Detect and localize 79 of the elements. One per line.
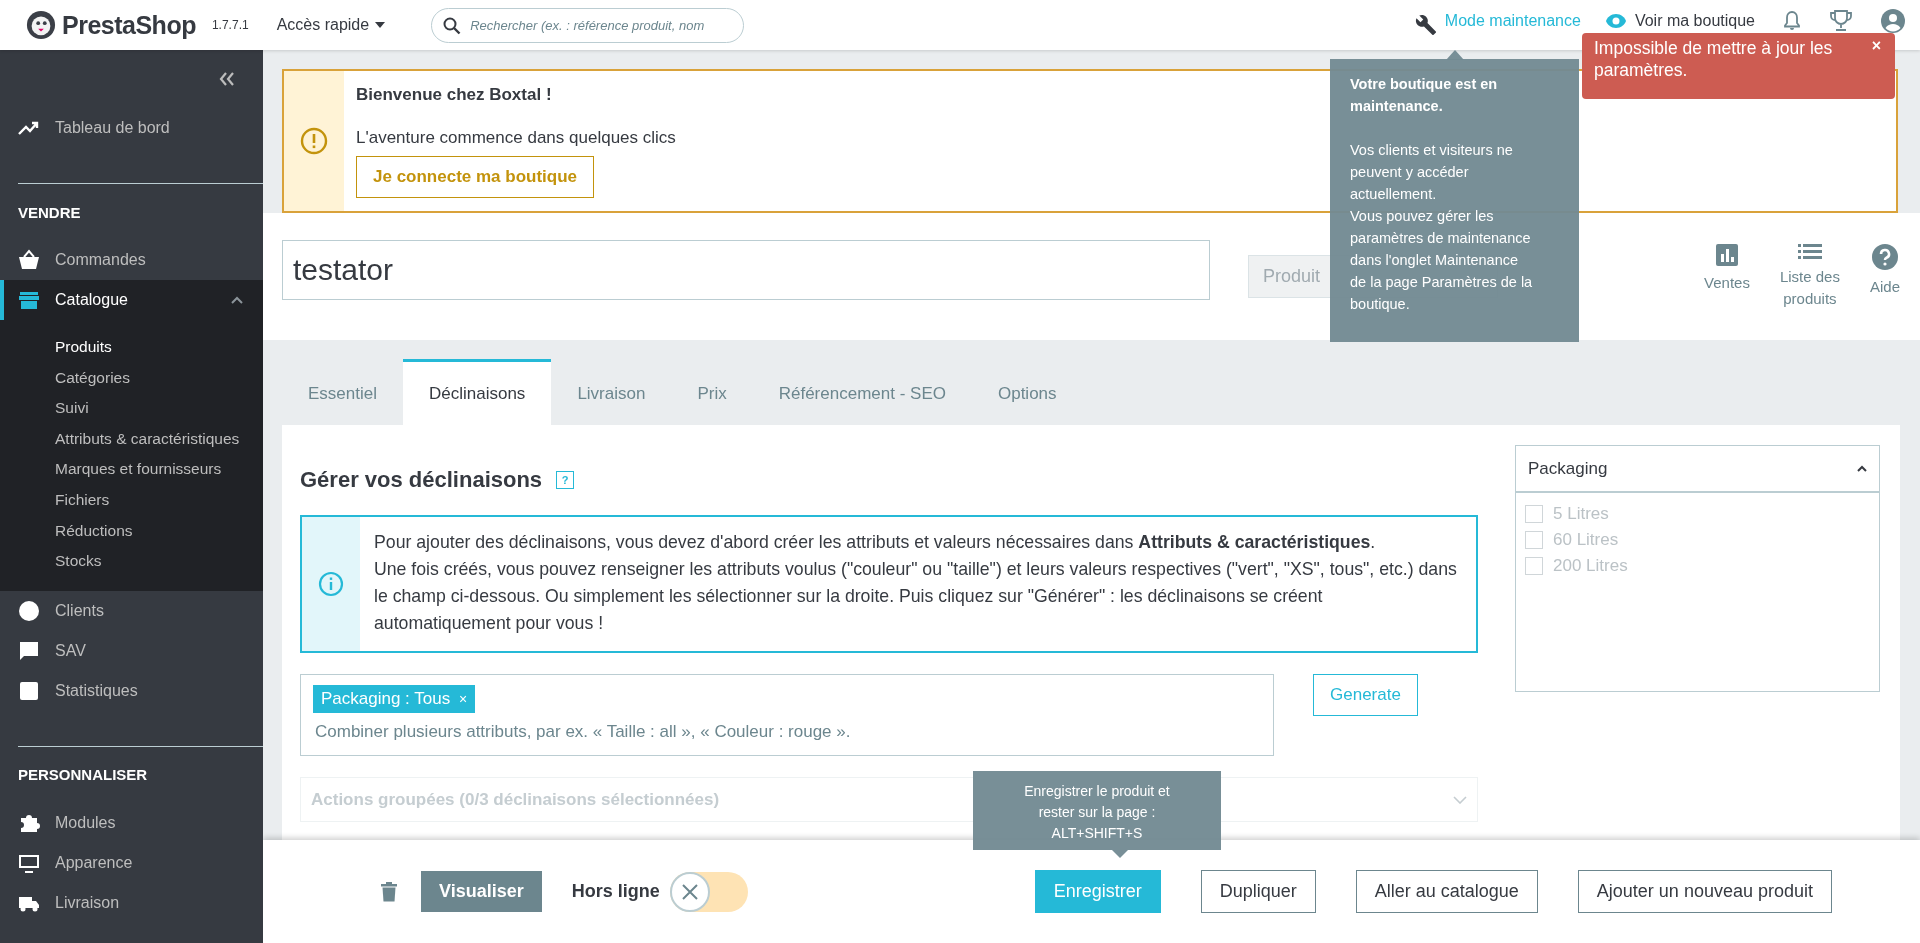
toast-message: Impossible de mettre à jour les paramètres. — [1594, 37, 1834, 81]
save-tooltip: Enregistrer le produit et rester sur la page : ALT+SHIFT+S — [973, 771, 1221, 850]
sub-nav-item[interactable]: Fichiers — [55, 484, 263, 516]
nav-item[interactable]: Catalogue — [0, 280, 263, 320]
nav-item[interactable]: Statistiques — [0, 670, 263, 711]
online-switch[interactable] — [669, 871, 748, 912]
nav-item[interactable]: SAV — [0, 630, 263, 671]
nav-item[interactable]: Tableau de bord — [0, 108, 263, 148]
chevron-down-icon — [1453, 795, 1467, 804]
tab[interactable]: Options — [971, 359, 1083, 425]
header-action-button[interactable]: Ventes — [1704, 243, 1750, 294]
logo-text: PrestaShop — [62, 10, 196, 40]
caret-icon — [375, 22, 386, 28]
info-text: Une fois créés, vous pouvez renseigner les attributs voulus ("couleur" ou "taille") et leurs valeurs respectives ("vert", "XS", tous", etc.) dans le champ ci-dessous. Ou simplement les sélectionner sur la droite. Puis cliquez sur "Générer" : les déclinaisons se créent automatiquement pour vous ! — [374, 558, 1458, 635]
sub-nav-item[interactable]: Attributs & caractéristiques — [55, 423, 263, 455]
basket-icon — [18, 249, 40, 271]
checkbox[interactable] — [1525, 557, 1543, 575]
tab[interactable]: Déclinaisons — [403, 359, 552, 425]
chat-icon — [18, 639, 40, 662]
bar-chart-icon — [1716, 243, 1738, 266]
tab[interactable]: Prix — [671, 359, 753, 425]
header-action-button[interactable]: Liste des produits — [1779, 243, 1840, 310]
sub-nav-item[interactable]: Produits — [55, 332, 263, 363]
checkbox[interactable] — [1525, 505, 1543, 523]
chevron-up-icon[interactable] — [1857, 465, 1867, 472]
store-icon — [18, 289, 40, 311]
nav-item[interactable]: Modules — [0, 802, 263, 843]
checkbox[interactable] — [1525, 531, 1543, 549]
nav-item[interactable]: Clients — [0, 590, 263, 631]
bell-icon[interactable] — [1783, 11, 1801, 31]
help-icon — [1872, 243, 1898, 270]
shop-link[interactable]: Voir ma boutique — [1634, 12, 1755, 30]
wrench-icon — [1414, 14, 1437, 36]
footer-button[interactable]: Aller au catalogue — [1355, 870, 1538, 913]
footer-button[interactable]: Ajouter un nouveau produit — [1577, 870, 1832, 913]
sub-nav-item[interactable]: Marques et fournisseurs — [55, 454, 263, 485]
quick-access-dropdown[interactable]: Accès rapide — [270, 12, 392, 38]
version-text: 1.7.7.1 — [211, 18, 249, 32]
sub-nav-item[interactable]: Réductions — [55, 515, 263, 547]
close-button[interactable]: × — [1869, 37, 1883, 55]
option-label: 5 Litres — [1553, 504, 1609, 524]
footer-button[interactable]: Dupliquer — [1200, 870, 1316, 913]
sub-nav-item[interactable]: Catégories — [55, 362, 263, 394]
section-heading: VENDRE — [17, 202, 82, 223]
avatar-icon[interactable] — [1881, 9, 1905, 33]
sub-nav-item[interactable]: Suivi — [55, 393, 263, 424]
preview-button[interactable]: Visualiser — [421, 871, 542, 912]
logo-icon — [26, 10, 56, 40]
collapse-icon[interactable] — [219, 72, 235, 86]
nav-item[interactable]: Commandes — [0, 240, 263, 280]
search-icon — [443, 16, 462, 35]
search-field[interactable]: Rechercher (ex. : référence produit, nom — [431, 7, 745, 43]
option-label: 200 Litres — [1553, 556, 1628, 576]
product-name-field[interactable]: testator — [282, 240, 1210, 300]
tab[interactable]: Essentiel — [282, 359, 403, 425]
trophy-icon[interactable] — [1829, 10, 1853, 32]
warning-icon — [300, 127, 328, 155]
info-text: Pour ajouter des déclinaisons, vous devez d'abord créer les attributs et valeurs nécessaires dans Attributs & caractéristiques. — [374, 531, 1377, 554]
nav-item[interactable]: Apparence — [0, 842, 263, 883]
attribute-panel-title: Packaging — [1528, 458, 1608, 479]
nav-item[interactable]: Livraison — [0, 882, 263, 923]
tooltip-pointer — [1112, 850, 1128, 858]
option-label: 60 Litres — [1553, 530, 1619, 550]
list-icon — [1797, 243, 1822, 260]
sub-nav-item[interactable]: Stocks — [55, 546, 263, 577]
info-icon — [318, 571, 344, 597]
banner-title: Bienvenue chez Boxtal ! — [356, 85, 552, 105]
section-heading: PERSONNALISER — [17, 765, 149, 786]
online-label: Hors ligne — [571, 881, 660, 902]
tooltip-text: Vos clients et visiteurs ne peuvent y accéder actuellement. Vous pouvez gérer les paramètres de maintenance dans l'onglet Maintenance de la page Paramètres de la boutique. — [1350, 141, 1534, 314]
close-icon — [680, 882, 699, 901]
section-title: Gérer vos déclinaisons — [300, 467, 543, 493]
banner-text: L'aventure commence dans quelques clics — [356, 128, 676, 148]
header-action-button[interactable]: Aide — [1869, 243, 1900, 298]
tooltip-title: Votre boutique est en maintenance. — [1350, 75, 1499, 116]
tab[interactable]: Livraison — [551, 359, 672, 425]
eye-icon — [1604, 13, 1627, 29]
tab[interactable]: Référencement - SEO — [752, 359, 972, 425]
trash-icon[interactable] — [381, 881, 397, 902]
